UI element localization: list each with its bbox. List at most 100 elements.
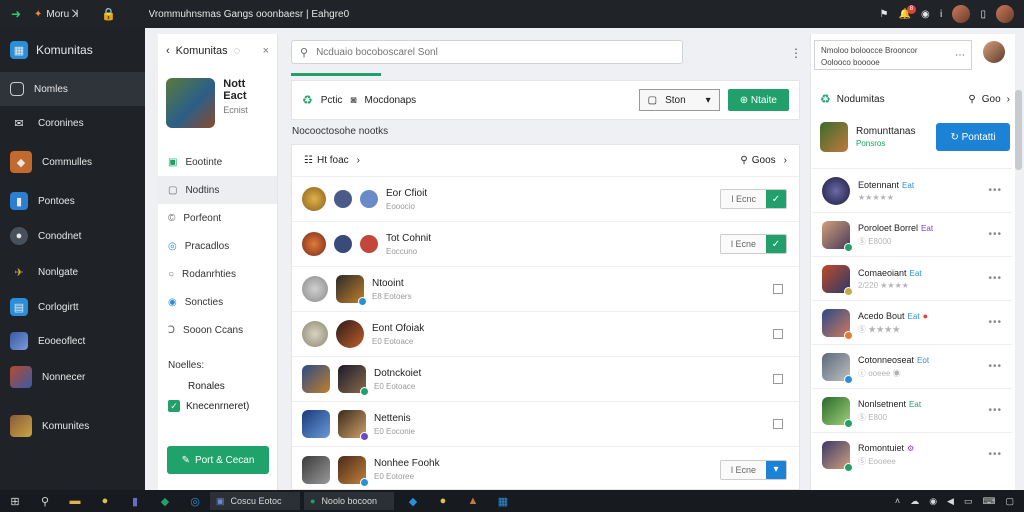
nav-item-nomles[interactable]: Nomles bbox=[0, 72, 145, 106]
refresh-icon[interactable]: ◌ bbox=[234, 45, 241, 57]
sort-select[interactable]: ▢ Ston ▾ bbox=[638, 89, 720, 111]
more-horizontal-icon[interactable]: ••• bbox=[988, 229, 1002, 240]
search-box[interactable]: ⚲ bbox=[291, 40, 683, 64]
nav-item-commulles[interactable]: ◆ Commulles bbox=[0, 140, 145, 184]
community-option-knecenrneret[interactable]: ✓ Knecenrneret) bbox=[158, 396, 277, 416]
list-item[interactable]: Acedo Bout Eat ● Ⓢ ★★★★ ••• bbox=[812, 300, 1012, 344]
record-icon[interactable]: ◉ bbox=[921, 9, 930, 20]
nav-item-nonnecer[interactable]: Nonnecer bbox=[0, 358, 145, 396]
more-horizontal-icon[interactable]: ••• bbox=[988, 317, 1002, 328]
more-horizontal-icon[interactable]: ••• bbox=[988, 273, 1002, 284]
start-icon[interactable]: ⊞ bbox=[0, 495, 30, 508]
search-icon[interactable]: ⚲ bbox=[30, 495, 60, 508]
row-checkbox[interactable] bbox=[773, 284, 783, 294]
search-input[interactable] bbox=[316, 46, 674, 58]
taskbar-window[interactable]: ▣ Coscu Eotoc bbox=[210, 492, 300, 510]
more-horizontal-icon[interactable]: ••• bbox=[988, 449, 1002, 460]
row-checkbox[interactable] bbox=[773, 329, 783, 339]
row-checkbox[interactable] bbox=[773, 419, 783, 429]
list-item[interactable]: Eor Cfioit Eooocio l Ecnc ✓ bbox=[292, 177, 799, 222]
role-pill[interactable]: l Ecne ✓ bbox=[719, 234, 787, 254]
community-option-ronales[interactable]: Ronales bbox=[158, 377, 277, 396]
toolbar-action-button[interactable]: ⊕ Ntaite bbox=[727, 89, 789, 111]
address-bar[interactable]: Vrommuhnsmas Gangs ooonbaesr | Eahgre0 bbox=[149, 9, 880, 20]
post-create-button[interactable]: ✎ Port & Cecan bbox=[167, 446, 269, 474]
profile-avatar[interactable] bbox=[996, 5, 1014, 23]
list-item[interactable]: Cotonneoseat Eot ⓒ ooeee ◉ ••• bbox=[812, 344, 1012, 388]
avatar[interactable] bbox=[983, 41, 1005, 63]
list-item[interactable]: Poroloet Borrel Eat Ⓢ E8000 ••• bbox=[812, 212, 1012, 256]
list-item[interactable]: Comaeoiant Eat 2/220 ★★★★ ••• bbox=[812, 256, 1012, 300]
app-icon[interactable]: ◆ bbox=[150, 495, 180, 508]
check-icon[interactable]: ✓ bbox=[766, 235, 786, 253]
app-icon[interactable]: ▲ bbox=[458, 495, 488, 507]
chevron-down-icon[interactable]: ▾ bbox=[766, 460, 786, 479]
community-item-soncties[interactable]: ◉ Soncties bbox=[158, 288, 277, 316]
notifications-icon[interactable]: ▢ bbox=[1005, 496, 1014, 507]
close-icon[interactable]: × bbox=[263, 45, 269, 57]
list-item[interactable]: Nettenis E0 Eoconie bbox=[292, 402, 799, 447]
nav-item-komunites[interactable]: Komunites bbox=[0, 396, 145, 456]
back-icon[interactable]: ‹ bbox=[166, 45, 170, 57]
notifications-button[interactable]: 🔔 8 bbox=[899, 4, 916, 20]
cloud-icon[interactable]: ☁ bbox=[910, 496, 919, 507]
app-switcher[interactable]: ✦ Moru ꓘ bbox=[34, 9, 79, 20]
settings-icon[interactable]: ▯ bbox=[980, 9, 986, 20]
app-icon[interactable]: ▦ bbox=[488, 495, 518, 508]
app-icon[interactable]: ● bbox=[90, 495, 120, 507]
right-top-card[interactable]: Nmoloo boloocce Brooncor Oolooco booooe … bbox=[814, 40, 972, 70]
row-checkbox[interactable] bbox=[773, 374, 783, 384]
more-options-icon[interactable]: ⋮ bbox=[790, 46, 802, 60]
list-item[interactable]: Eont Ofoiak E0 Eotoace bbox=[292, 312, 799, 357]
user-avatar[interactable] bbox=[952, 5, 971, 23]
flag-icon[interactable]: ⚑ bbox=[880, 9, 889, 20]
app-icon[interactable]: ◆ bbox=[398, 495, 428, 508]
nav-item-pontoes[interactable]: ▮ Pontoes bbox=[0, 184, 145, 218]
role-pill[interactable]: l Ecnc ✓ bbox=[720, 189, 787, 209]
right-panel-header-right[interactable]: Goo bbox=[982, 94, 1001, 105]
nav-brand[interactable]: ▦ Komunitas bbox=[0, 28, 145, 72]
more-horizontal-icon[interactable]: ••• bbox=[988, 361, 1002, 372]
chrome-icon[interactable]: ◎ bbox=[180, 495, 210, 508]
nav-item-eooeoflect[interactable]: Eooeoflect bbox=[0, 324, 145, 358]
app-icon[interactable]: ● bbox=[428, 495, 458, 507]
featured-join-button[interactable]: ↻ Pontatti bbox=[936, 123, 1010, 151]
volume-icon[interactable]: ◀ bbox=[947, 496, 954, 507]
app-icon[interactable]: ▮ bbox=[120, 495, 150, 508]
list-item[interactable]: Tot Cohnit Eoccuno l Ecne ✓ bbox=[292, 222, 799, 267]
list-header-left[interactable]: Ht foac bbox=[317, 155, 349, 166]
nav-item-corlogirtt[interactable]: ▤ Corlogirtt bbox=[0, 290, 145, 324]
taskbar-window[interactable]: ● Noolo bocoon bbox=[304, 492, 394, 510]
info-icon[interactable]: ⅰ bbox=[940, 9, 943, 20]
community-item-porfeont[interactable]: © Porfeont bbox=[158, 204, 277, 232]
scrollbar[interactable] bbox=[1015, 90, 1022, 170]
list-item[interactable]: Dotnckoiet E0 Eotoace bbox=[292, 357, 799, 402]
nav-item-coronines[interactable]: ✉ Coronines bbox=[0, 106, 145, 140]
check-icon[interactable]: ✓ bbox=[766, 190, 786, 208]
list-item[interactable]: Nonhee Foohk E0 Eotoree l Ecne ▾ bbox=[292, 447, 799, 492]
wifi-icon[interactable]: ◉ bbox=[929, 496, 937, 507]
list-item[interactable]: Romontuiet ⚙ Ⓢ Eooeee ••• bbox=[812, 432, 1012, 476]
chevron-up-icon[interactable]: ˄ bbox=[895, 496, 900, 506]
community-item-sooon-ccans[interactable]: Ↄ Sooon Ccans bbox=[158, 316, 277, 344]
community-item-nodtins[interactable]: ▢ Nodtins bbox=[158, 176, 277, 204]
list-item[interactable]: Nonlsetnent Eat Ⓢ E800 ••• bbox=[812, 388, 1012, 432]
list-item-sub: Ⓢ E800 bbox=[858, 412, 887, 422]
checkbox-checked-icon[interactable]: ✓ bbox=[168, 400, 180, 412]
folder-icon[interactable]: ▬ bbox=[60, 495, 90, 507]
community-item-rodanrhties[interactable]: ○ Rodanrhties bbox=[158, 260, 277, 288]
nav-item-conodnet[interactable]: ● Conodnet bbox=[0, 218, 145, 254]
back-arrow-icon[interactable]: ➜ bbox=[6, 7, 26, 21]
language-icon[interactable]: ⌨ bbox=[982, 496, 995, 507]
more-horizontal-icon[interactable]: ⋯ bbox=[955, 50, 965, 62]
list-header-right[interactable]: Goos bbox=[752, 155, 776, 166]
nav-item-nonlgate[interactable]: ✈ Nonlgate bbox=[0, 254, 145, 290]
battery-icon[interactable]: ▭ bbox=[964, 496, 973, 507]
more-horizontal-icon[interactable]: ••• bbox=[988, 185, 1002, 196]
list-item[interactable]: Ntooint E8 Eotoers bbox=[292, 267, 799, 312]
list-item[interactable]: Eotennant Eat ★★★★★ ••• bbox=[812, 168, 1012, 212]
role-pill[interactable]: l Ecne ▾ bbox=[719, 459, 787, 480]
community-item-pracadlos[interactable]: ◎ Pracadlos bbox=[158, 232, 277, 260]
community-item-eootinte[interactable]: ▣ Eootinte bbox=[158, 148, 277, 176]
more-horizontal-icon[interactable]: ••• bbox=[988, 405, 1002, 416]
